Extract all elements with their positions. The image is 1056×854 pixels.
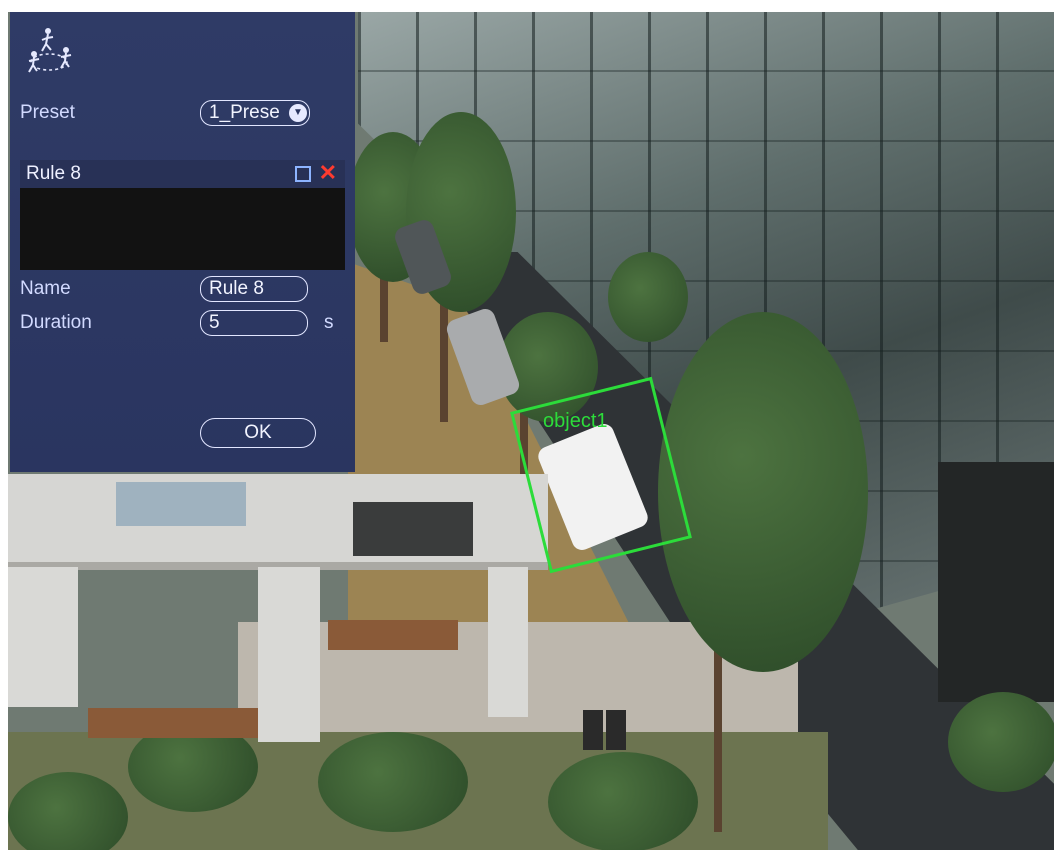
tripwire-people-icon: [28, 28, 72, 73]
chevron-down-icon[interactable]: ▼: [289, 104, 307, 122]
tree: [608, 252, 688, 342]
skylight: [116, 482, 246, 526]
shrub: [948, 692, 1054, 792]
trash-bin: [606, 710, 626, 750]
entrance-canopy: [938, 462, 1054, 702]
duration-unit: s: [324, 312, 334, 333]
shrub: [318, 732, 468, 832]
rule-config-panel: Preset 1_Prese ▼ Rule 8 ✕ Name Rule 8 Du…: [10, 12, 355, 472]
name-label: Name: [20, 278, 71, 299]
detection-label: object1: [543, 410, 608, 432]
pillar: [488, 567, 528, 717]
pillar: [8, 567, 78, 707]
bench: [88, 708, 258, 738]
rule-row-label: Rule 8: [26, 163, 81, 184]
copy-icon[interactable]: [295, 166, 311, 182]
rule-row[interactable]: Rule 8 ✕: [20, 160, 345, 188]
delete-icon[interactable]: ✕: [319, 160, 337, 186]
duration-field[interactable]: 5: [200, 310, 308, 336]
pavilion-opening: [353, 502, 473, 556]
shrub: [548, 752, 698, 850]
name-field[interactable]: Rule 8: [200, 276, 308, 302]
preset-label: Preset: [20, 102, 75, 123]
trash-bin: [583, 710, 603, 750]
rule-list: Rule 8 ✕: [20, 160, 345, 270]
bench: [328, 620, 458, 650]
duration-label: Duration: [20, 312, 92, 333]
pillar: [258, 567, 320, 742]
preset-value: 1_Prese: [209, 102, 280, 123]
tree: [658, 312, 868, 672]
ok-button[interactable]: OK: [200, 418, 316, 448]
tree-trunk: [440, 292, 448, 422]
preset-dropdown[interactable]: 1_Prese ▼: [200, 100, 310, 126]
